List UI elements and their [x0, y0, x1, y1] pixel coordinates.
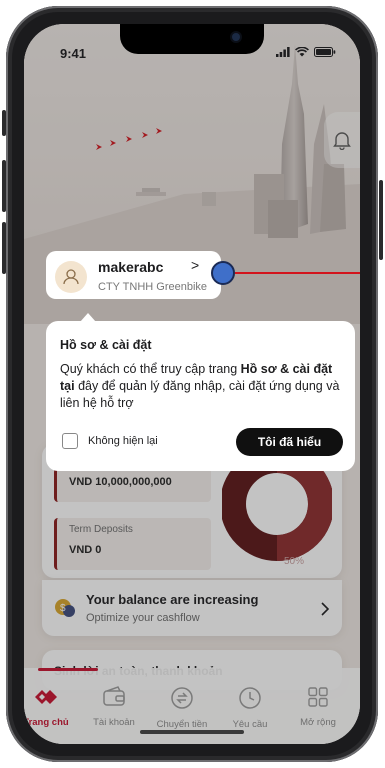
status-icons [276, 47, 336, 57]
device-notch [120, 24, 264, 54]
tooltip-body-end: đây để quản lý đăng nhập, cài đặt ứng dụ… [60, 379, 340, 410]
tab-transfer-label: Chuyển tiền [156, 719, 208, 730]
transfer-icon [171, 687, 193, 709]
app-screen: 9:41 VND 10,000,000,000 Term Deposits VN… [24, 24, 360, 744]
grid-icon [308, 687, 328, 707]
hotspot-marker [211, 261, 235, 285]
tab-accounts-label: Tài khoản [93, 717, 135, 728]
tab-accounts[interactable]: Tài khoản [82, 686, 146, 728]
phone-frame: 9:41 VND 10,000,000,000 Term Deposits VN… [6, 6, 378, 762]
status-time: 9:41 [60, 46, 87, 61]
svg-text:$: $ [60, 603, 66, 614]
coins-icon: $ [55, 599, 75, 617]
wallet-icon [103, 686, 125, 706]
balance-banner-title: Your balance are increasing [86, 592, 259, 607]
tab-home-label: Trang chủ [24, 717, 69, 728]
dont-show-again-checkbox[interactable] [62, 433, 78, 449]
clock-icon [239, 687, 261, 709]
hotspot-pointer-line [235, 272, 360, 274]
home-indicator [140, 730, 244, 734]
tooltip-title: Hồ sơ & cài đặt [60, 338, 152, 352]
dont-show-again-label[interactable]: Không hiện lại [88, 435, 158, 447]
tab-transfer[interactable]: Chuyển tiền [150, 686, 214, 730]
profile-company: CTY TNHH Greenbike [98, 281, 208, 293]
tab-requests[interactable]: Yêu cầu [218, 686, 282, 730]
balance-banner[interactable]: $ Your balance are increasing Optimize y… [42, 580, 342, 636]
battery-icon [314, 47, 336, 57]
tab-more[interactable]: Mở rộng [286, 686, 350, 728]
tab-home[interactable]: Trang chủ [24, 686, 78, 728]
profile-chevron: > [191, 257, 200, 273]
tooltip-caret [80, 313, 96, 322]
donut-segment [276, 447, 332, 561]
avatar [55, 261, 87, 293]
tab-more-label: Mở rộng [300, 717, 336, 728]
user-icon [63, 269, 79, 285]
wifi-icon [295, 47, 309, 57]
term-deposits-value: VND 0 [69, 544, 102, 556]
home-logo-icon [35, 690, 57, 704]
account-balance-cell[interactable]: VND 10,000,000,000 [54, 468, 211, 502]
profile-username: makerabc [98, 259, 164, 275]
term-deposits-cell[interactable]: Term Deposits VND 0 [54, 518, 211, 570]
tooltip-body-start: Quý khách có thể truy cập trang [60, 362, 241, 376]
bell-icon [333, 132, 351, 150]
tab-requests-label: Yêu cầu [232, 719, 268, 730]
front-camera [232, 33, 240, 41]
term-deposits-label: Term Deposits [69, 524, 133, 535]
signal-icon [276, 47, 290, 57]
active-tab-indicator [38, 668, 98, 671]
onboarding-tooltip: Hồ sơ & cài đặt Quý khách có thể truy cậ… [46, 313, 355, 471]
donut-percent-label: 50% [284, 556, 304, 567]
tooltip-body: Quý khách có thể truy cập trang Hồ sơ & … [60, 361, 345, 412]
profile-settings-button[interactable]: makerabc > CTY TNHH Greenbike [46, 251, 221, 299]
confirm-button[interactable]: Tôi đã hiểu [236, 428, 343, 456]
balance-banner-subtitle: Optimize your cashflow [86, 612, 200, 624]
notification-button[interactable] [324, 112, 360, 168]
side-button-right [379, 180, 383, 260]
account-balance-value: VND 10,000,000,000 [69, 476, 172, 488]
chevron-right-icon [321, 602, 330, 616]
